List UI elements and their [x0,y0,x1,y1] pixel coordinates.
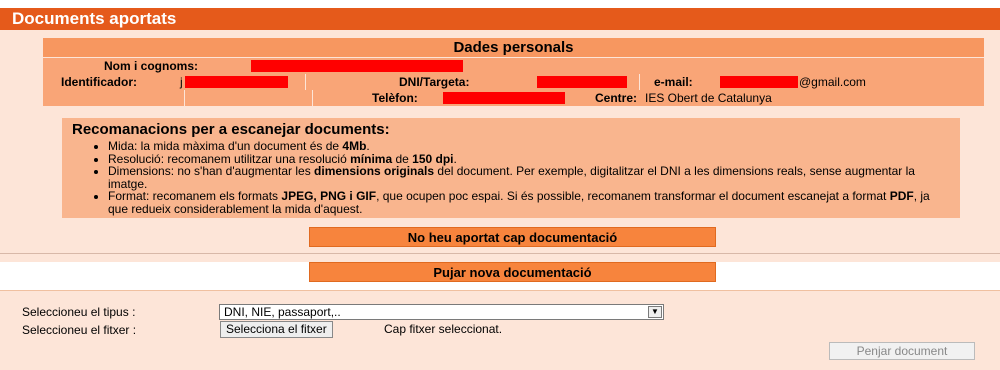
divider-gap [0,254,1000,262]
row-separator [184,90,185,106]
chevron-down-icon[interactable]: ▼ [648,306,662,318]
row-separator [305,74,306,90]
upload-form: Seleccioneu el tipus : DNI, NIE, passapo… [0,290,1000,370]
recommendations-list: Mida: la mida màxima d'un document és de… [96,140,946,215]
personal-row-name: Nom i cognoms: [43,58,984,74]
email-label: e-mail: [654,75,693,89]
file-status: Cap fitxer seleccionat. [384,322,503,336]
upload-new-button[interactable]: Pujar nova documentació [309,262,716,282]
email-domain: @gmail.com [799,75,866,89]
dni-redaction [537,76,627,88]
id-label: Identificador: [61,75,138,89]
phone-redaction [443,92,565,104]
document-type-select[interactable]: DNI, NIE, passaport,.. ▼ [219,304,664,320]
recommendation-item: Format: recomanem els formats JPEG, PNG … [108,190,946,215]
personal-row-ids: Identificador: j DNI/Targeta: e-mail: @g… [43,74,984,90]
id-value: j [180,75,183,89]
file-label: Seleccioneu el fitxer : [22,323,137,337]
email-redaction [720,76,798,88]
recommendations-box: Recomanacions per a escanejar documents:… [62,118,960,218]
dni-label: DNI/Targeta: [399,75,470,89]
select-file-button[interactable]: Selecciona el fitxer [220,321,333,338]
id-redaction [185,76,288,88]
type-label: Seleccioneu el tipus : [22,305,136,319]
name-redaction [251,60,463,72]
no-documents-status: No heu aportat cap documentació [309,227,716,247]
centre-value: IES Obert de Catalunya [645,91,772,105]
phone-label: Telèfon: [372,91,418,105]
recommendation-item: Dimensions: no s'han d'augmentar les dim… [108,165,946,190]
recommendations-title: Recomanacions per a escanejar documents: [72,121,390,138]
page-title: Documents aportats [0,8,1000,30]
personal-data-title: Dades personals [43,38,984,57]
personal-row-contact: Telèfon: Centre: IES Obert de Catalunya [43,90,984,106]
row-separator [639,74,640,90]
document-type-value: DNI, NIE, passaport,.. [224,305,341,319]
centre-label: Centre: [595,91,638,105]
name-label: Nom i cognoms: [104,59,199,73]
submit-document-button[interactable]: Penjar document [829,342,975,360]
row-separator [312,90,313,106]
